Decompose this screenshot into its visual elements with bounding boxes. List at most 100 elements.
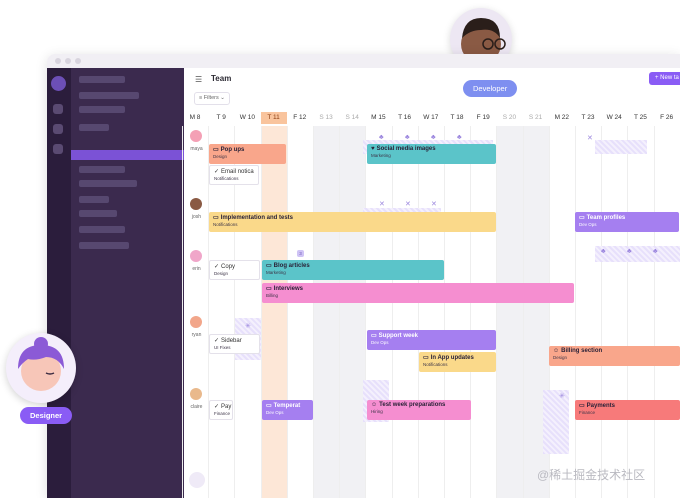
task-type-icon: ▭ xyxy=(266,263,272,269)
task-bar[interactable]: ▭ Pop ups Design xyxy=(209,144,286,164)
day-label: S 13 xyxy=(319,114,333,121)
task-project: Notifications xyxy=(214,176,239,181)
task-project: Finance xyxy=(579,410,596,415)
person-avatar[interactable] xyxy=(190,388,202,400)
task-title: Copy xyxy=(221,264,236,270)
day-column xyxy=(339,126,367,498)
unavailable-area xyxy=(595,140,647,154)
task-bar[interactable]: ▭ In App updates Notifications xyxy=(419,352,496,372)
task-bar[interactable]: ✓ Sidebar UI Fixes xyxy=(209,334,260,354)
day-column xyxy=(653,126,680,498)
day-label: S 20 xyxy=(502,114,517,121)
task-title: Payments xyxy=(586,403,616,409)
task-title: Test week preparations xyxy=(379,402,446,408)
person-avatar[interactable] xyxy=(190,316,202,328)
bell-icon[interactable] xyxy=(53,104,63,114)
menu-icon[interactable]: ☰ xyxy=(195,75,202,84)
day-label: T 9 xyxy=(216,114,226,121)
availability-marker-icon: ♣ xyxy=(601,248,606,255)
icon-rail xyxy=(47,68,71,498)
person-name: ryan xyxy=(191,332,202,338)
settings-icon[interactable] xyxy=(53,144,63,154)
day-column xyxy=(575,126,602,498)
day-column xyxy=(601,126,628,498)
filters-button[interactable]: ≡ Filters ⌄ xyxy=(194,92,230,105)
day-column xyxy=(365,126,392,498)
day-label: M 8 xyxy=(189,114,201,121)
count-badge: 3 xyxy=(297,250,304,257)
task-bar[interactable]: ▭ Interviews Billing xyxy=(262,283,574,303)
sidebar-item[interactable] xyxy=(79,210,117,217)
sidebar-item[interactable] xyxy=(79,196,109,203)
day-column xyxy=(417,126,445,498)
task-bar[interactable]: ✓ Email notica Notifications xyxy=(209,165,259,185)
sidebar-item[interactable] xyxy=(79,92,139,99)
task-bar[interactable]: ▭ Payments Finance xyxy=(575,400,680,420)
day-column xyxy=(260,126,288,498)
task-project: Notifications xyxy=(423,362,448,367)
day-column xyxy=(391,126,419,498)
task-bar[interactable]: ✓ Pay Finance xyxy=(209,400,233,420)
sidebar-item[interactable] xyxy=(79,124,109,131)
designer-tag: Designer xyxy=(20,407,73,424)
task-title: Social media images xyxy=(376,146,436,152)
task-type-icon: ▭ xyxy=(371,333,377,339)
task-title: Team profiles xyxy=(586,215,626,221)
new-task-button[interactable]: + New ta xyxy=(649,72,680,85)
day-label: M 22 xyxy=(554,114,570,121)
sidebar-item[interactable] xyxy=(79,166,125,173)
sidebar-item[interactable] xyxy=(79,242,129,249)
task-bar[interactable]: ♥ Social media images Marketing xyxy=(367,144,496,164)
task-title: Billing section xyxy=(561,348,603,354)
sidebar-item[interactable] xyxy=(79,76,125,83)
task-bar[interactable]: ☺ Billing section Design xyxy=(549,346,680,366)
task-project: Hiring xyxy=(371,409,383,414)
sidebar-item-selected[interactable] xyxy=(71,150,184,160)
day-label: T 18 xyxy=(450,114,464,121)
task-title: Interviews xyxy=(273,286,304,292)
task-bar[interactable]: ☺ Test week preparations Hiring xyxy=(367,400,471,420)
task-title: Temperat xyxy=(273,403,301,409)
pin-icon xyxy=(212,165,224,166)
app-window: ☰ Team ≡ Filters ⌄ + New ta M 8 T 9 W 10 T … xyxy=(47,54,680,498)
task-project: Finance xyxy=(214,411,231,416)
people-icon[interactable] xyxy=(53,124,63,134)
task-bar[interactable]: ▭ Implementation and tests Notifications xyxy=(209,212,496,232)
add-person-icon[interactable] xyxy=(189,472,205,488)
availability-marker-icon: ✳ xyxy=(245,323,251,330)
availability-marker-icon: ✕ xyxy=(405,201,411,208)
task-type-icon: ♥ xyxy=(371,146,375,152)
day-label: F 26 xyxy=(660,114,674,121)
day-column xyxy=(627,126,654,498)
filters-label: Filters xyxy=(203,95,219,101)
app-logo-icon[interactable] xyxy=(51,76,66,91)
task-type-icon: ☺ xyxy=(553,348,560,354)
window-dot xyxy=(55,58,61,64)
task-bar[interactable]: ▭ Blog articles Marketing xyxy=(262,260,444,280)
availability-marker-icon: ♣ xyxy=(653,248,658,255)
pin-icon xyxy=(212,260,224,261)
window-dot xyxy=(75,58,81,64)
task-project: Design xyxy=(213,154,228,159)
task-type-icon: ▭ xyxy=(266,403,272,409)
person-avatar[interactable] xyxy=(190,130,202,142)
person-name: josh xyxy=(191,214,202,220)
sidebar-item[interactable] xyxy=(79,106,125,113)
task-type-icon: ✓ xyxy=(214,169,220,175)
availability-marker-icon: ✕ xyxy=(587,135,593,142)
sidebar-item[interactable] xyxy=(79,226,125,233)
task-bar[interactable]: ▭ Temperat Dev Ops xyxy=(262,400,313,420)
task-type-icon: ▭ xyxy=(423,355,429,361)
task-project: Marketing xyxy=(371,153,391,158)
task-bar[interactable]: ▭ Support week Dev Ops xyxy=(367,330,496,350)
availability-marker-icon: ✕ xyxy=(431,201,437,208)
person-avatar[interactable] xyxy=(190,250,202,262)
person-avatar[interactable] xyxy=(190,198,202,210)
task-bar[interactable]: ▭ Team profiles Dev Ops xyxy=(575,212,679,232)
page-title: Team xyxy=(211,74,232,83)
availability-marker-icon: ✕ xyxy=(379,201,385,208)
day-label: T 23 xyxy=(581,114,595,121)
sidebar-item[interactable] xyxy=(79,180,137,187)
task-type-icon: ☺ xyxy=(371,402,378,408)
task-bar[interactable]: ✓ Copy Design xyxy=(209,260,260,280)
